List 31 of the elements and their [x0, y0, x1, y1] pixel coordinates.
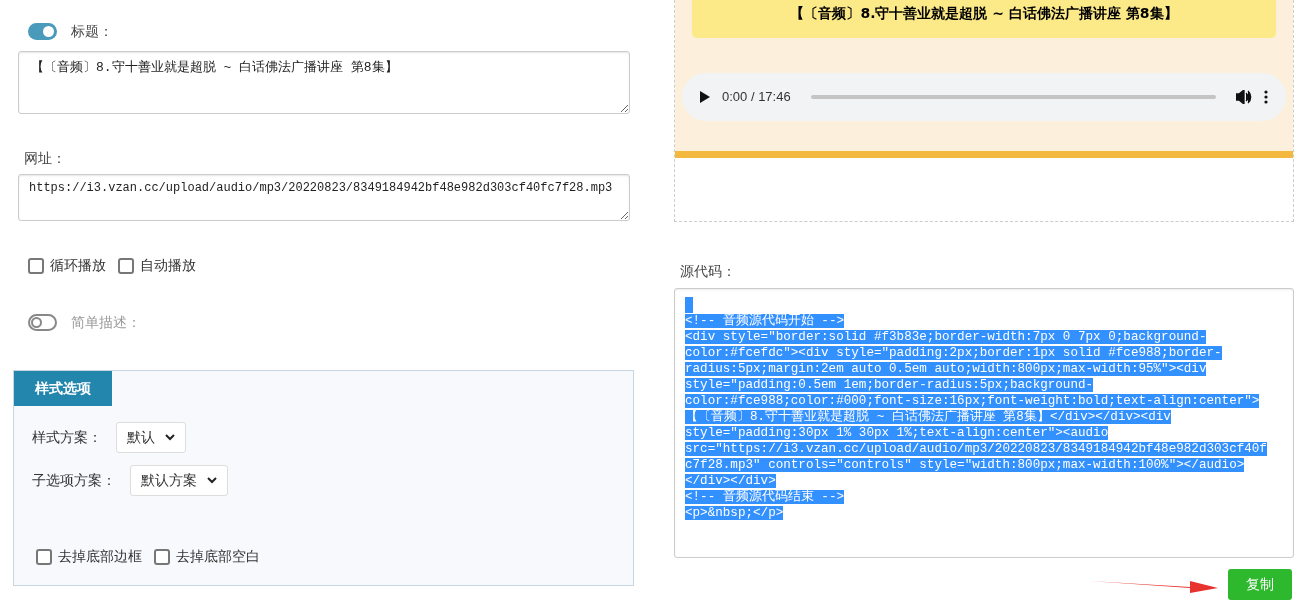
play-icon[interactable] — [700, 91, 710, 103]
chevron-down-icon — [207, 477, 217, 484]
checkbox[interactable] — [118, 257, 134, 274]
chevron-down-icon — [165, 434, 175, 441]
select-label: 子选项方案： — [32, 471, 116, 490]
more-icon[interactable] — [1264, 90, 1268, 104]
checkbox-label: 去掉底部空白 — [176, 547, 260, 566]
preview-heading: 【〔音频〕8.守十善业就是超脱 ~ 白话佛法广播讲座 第8集】 — [692, 0, 1276, 38]
dropdown-select[interactable]: 默认 — [116, 422, 186, 453]
checkbox[interactable] — [36, 548, 52, 565]
select-label: 样式方案： — [32, 428, 102, 447]
toggle-switch[interactable] — [28, 314, 57, 331]
volume-icon[interactable] — [1236, 90, 1252, 104]
checkbox-label: 循环播放 — [50, 256, 106, 275]
title-input[interactable]: 【〔音频〕8.守十善业就是超脱 ~ 白话佛法广播讲座 第8集】 — [18, 51, 630, 114]
field-label: 标题： — [71, 22, 113, 41]
field-label: 源代码： — [680, 262, 737, 281]
url-input[interactable]: https://i3.vzan.cc/upload/audio/mp3/20220823/8349184942bf48e982d303cf40fc7f28.mp3 — [18, 174, 630, 221]
progress-track[interactable] — [810, 95, 1216, 99]
checkbox-label: 去掉底部边框 — [58, 547, 142, 566]
checkbox[interactable] — [154, 548, 170, 565]
checkbox-label: 自动播放 — [140, 256, 196, 275]
toggle-switch[interactable] — [28, 23, 57, 40]
audio-player[interactable]: 0:00 / 17:46 — [682, 73, 1286, 121]
player-time: 0:00 / 17:46 — [722, 88, 791, 107]
field-label: 网址： — [24, 149, 67, 168]
panel-tab[interactable]: 样式选项 — [14, 371, 112, 406]
checkbox[interactable] — [28, 257, 44, 274]
field-label: 简单描述： — [71, 313, 141, 332]
dropdown-select[interactable]: 默认方案 — [130, 465, 228, 496]
source-code-textarea[interactable] — [674, 288, 1294, 558]
